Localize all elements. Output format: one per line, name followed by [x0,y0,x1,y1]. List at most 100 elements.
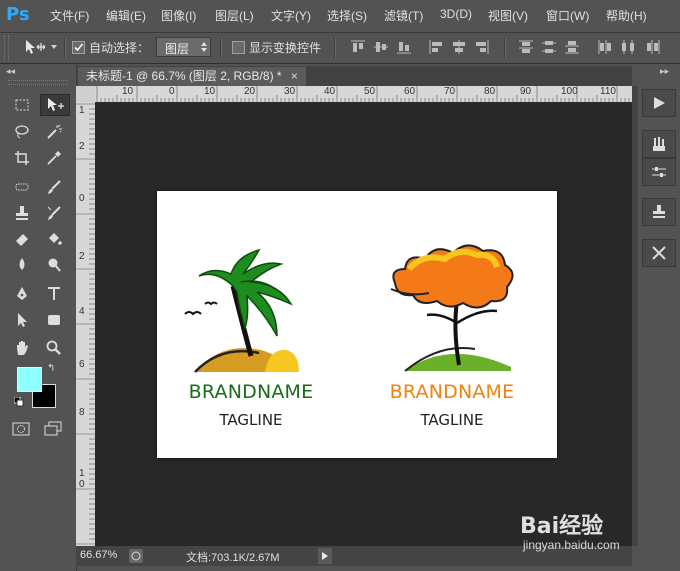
zoom-tool-icon[interactable] [42,337,66,359]
ruler-label: 2 [79,141,85,152]
menu-filter[interactable]: 滤镜(T) [384,7,423,24]
ruler-label: 70 [444,86,456,97]
tagline-left: TAGLINE [219,411,283,429]
horizontal-ruler[interactable]: 10 0 10 20 30 40 50 60 70 80 90 100 110 [95,86,632,102]
eraser-tool-icon[interactable] [10,228,34,250]
document-size-info: 文档:703.1K/2.67M [186,552,280,564]
align-hcenter-icon[interactable] [451,39,467,55]
options-grip[interactable] [4,35,9,61]
healing-brush-tool-icon[interactable] [10,176,34,198]
magic-wand-tool-icon[interactable] [42,121,66,143]
history-brush-tool-icon[interactable] [42,202,66,224]
path-selection-tool-icon[interactable] [10,309,34,331]
menu-window[interactable]: 窗口(W) [546,7,589,24]
adjustments-panel-button[interactable] [642,158,676,186]
separator [64,38,66,58]
watermark-logo: Bai经验 [520,514,604,539]
pen-tool-icon[interactable] [10,283,34,305]
brush-presets-panel-button[interactable] [642,130,676,158]
menu-view[interactable]: 视图(V) [488,7,528,24]
brush-tool-icon[interactable] [42,176,66,198]
separator [504,38,506,58]
distribute-left-icon[interactable] [597,39,613,55]
play-icon [654,97,665,109]
lasso-tool-icon[interactable] [10,121,34,143]
menu-select[interactable]: 选择(S) [327,7,367,24]
move-tool-icon[interactable] [40,94,70,116]
vertical-scrollbar[interactable] [632,86,638,546]
clone-source-panel-button[interactable] [642,198,676,226]
align-vcenter-icon[interactable] [373,39,389,55]
ruler-label: 20 [244,86,256,97]
ruler-label: 100 [561,86,578,97]
ruler-label: 50 [364,86,376,97]
marquee-tool-icon[interactable] [10,94,34,116]
menu-help[interactable]: 帮助(H) [606,7,647,24]
ruler-origin[interactable] [76,86,95,102]
align-top-icon[interactable] [350,39,366,55]
align-left-icon[interactable] [428,39,444,55]
hand-tool-icon[interactable] [10,337,34,359]
ruler-label: 4 [79,306,85,317]
dodge-tool-icon[interactable] [42,254,66,276]
quick-mask-icon[interactable] [12,422,30,439]
distribute-vcenter-icon[interactable] [541,39,557,55]
status-info-icon[interactable] [129,549,143,563]
document-canvas[interactable]: BRANDNAME TAGLINE BRANDNAME TAGLINE [157,191,557,458]
clone-stamp-tool-icon[interactable] [10,202,34,224]
ruler-label: 10 [122,86,134,97]
palm-tree-icon [184,248,299,373]
ruler-label: 0 [79,193,85,204]
menu-edit[interactable]: 编辑(E) [106,7,146,24]
actions-panel-button[interactable] [642,89,676,117]
ruler-label: 30 [284,86,296,97]
collapse-panel-icon[interactable]: ◂◂ [6,66,15,77]
ruler-label: 1 0 [79,468,85,490]
distribute-top-icon[interactable] [518,39,534,55]
expand-panel-icon[interactable]: ▸▸ [660,66,669,77]
ruler-label: 10 [204,86,216,97]
auto-select-target-dropdown[interactable]: 图层 [156,37,211,57]
align-right-icon[interactable] [474,39,490,55]
menu-type[interactable]: 文字(Y) [271,7,311,24]
distribute-hcenter-icon[interactable] [620,39,636,55]
swap-colors-icon[interactable]: ↰ [47,363,55,374]
menu-file[interactable]: 文件(F) [50,7,89,24]
eyedropper-tool-icon[interactable] [42,147,66,169]
show-transform-label: 显示变换控件 [249,41,322,55]
screen-mode-icon[interactable] [44,421,62,440]
ruler-label: 80 [484,86,496,97]
checkmark-icon [74,43,84,52]
orange-tree-icon [390,244,514,372]
default-colors-icon[interactable] [13,396,24,407]
tool-presets-panel-button[interactable] [642,239,676,267]
document-tab[interactable]: 未标题-1 @ 66.7% (图层 2, RGB/8) * × [78,67,306,86]
zoom-level[interactable]: 66.67% [80,549,117,561]
menu-layer[interactable]: 图层(L) [215,7,254,24]
distribute-right-icon[interactable] [645,39,661,55]
paint-bucket-tool-icon[interactable] [42,228,66,250]
panel-grip[interactable] [8,80,68,85]
separator [220,38,222,58]
status-menu-arrow-icon[interactable] [318,548,332,564]
crop-tool-icon[interactable] [10,147,34,169]
rectangle-tool-icon[interactable] [42,309,66,331]
align-bottom-icon[interactable] [396,39,412,55]
auto-select-target-value: 图层 [165,42,190,56]
brushes-icon [653,137,665,151]
foreground-color-swatch[interactable] [17,367,42,392]
menu-image[interactable]: 图像(I) [161,7,196,24]
ruler-label: 1 [79,105,85,116]
tagline-right: TAGLINE [420,411,484,429]
type-tool-icon[interactable] [42,283,66,305]
ruler-label: 6 [79,359,85,370]
menu-3d[interactable]: 3D(D) [440,7,472,21]
vertical-ruler[interactable]: 1 2 0 2 4 6 8 1 0 [76,102,95,546]
auto-select-checkbox[interactable] [72,41,85,54]
move-tool-preset-button[interactable] [20,38,60,56]
photoshop-logo[interactable]: Ps [6,4,32,26]
show-transform-checkbox[interactable] [232,41,245,54]
blur-tool-icon[interactable] [10,254,34,276]
close-tab-icon[interactable]: × [291,69,298,83]
distribute-bottom-icon[interactable] [564,39,580,55]
